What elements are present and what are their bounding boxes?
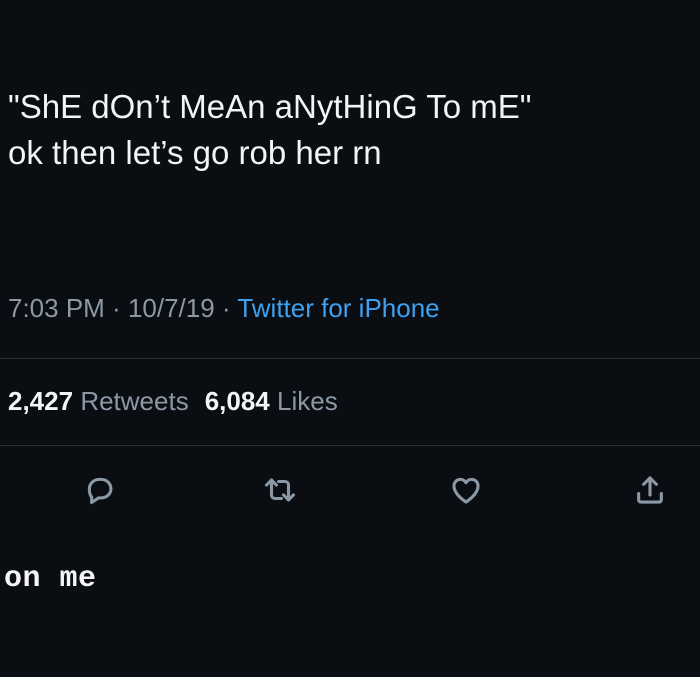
tweet-time: 7:03 PM xyxy=(8,293,105,323)
tweet-source-link[interactable]: Twitter for iPhone xyxy=(237,293,439,323)
likes-count: 6,084 xyxy=(204,386,270,416)
tweet-stats: 2,427 Retweets 6,084 Likes xyxy=(8,383,338,419)
retweets-count: 2,427 xyxy=(8,386,74,416)
divider xyxy=(0,358,700,359)
share-icon xyxy=(637,476,663,504)
meta-separator: · xyxy=(104,293,128,323)
tweet-date[interactable]: 10/7/19 xyxy=(128,293,215,323)
meta-separator: · xyxy=(214,293,238,323)
tweet-text: "ShE dOn’t MeAn aNytHinG To mE" ok then … xyxy=(8,84,700,176)
meme-caption: on me xyxy=(4,562,97,596)
heart-icon xyxy=(452,477,480,504)
divider xyxy=(0,445,700,446)
tweet-meta: 7:03 PM · 10/7/19 · Twitter for iPhone xyxy=(8,290,440,326)
retweets-stat[interactable]: 2,427 Retweets xyxy=(8,386,189,416)
retweet-button[interactable] xyxy=(258,470,302,510)
like-button[interactable] xyxy=(444,470,488,510)
retweets-label: Retweets xyxy=(80,386,189,416)
likes-stat[interactable]: 6,084 Likes xyxy=(205,386,338,416)
reply-button[interactable] xyxy=(78,470,122,510)
tweet-text-line-1: "ShE dOn’t MeAn aNytHinG To mE" xyxy=(8,88,532,125)
likes-label: Likes xyxy=(277,386,338,416)
reply-icon xyxy=(87,477,113,505)
retweet-icon xyxy=(264,478,296,502)
share-button[interactable] xyxy=(628,470,672,510)
tweet-text-line-2: ok then let’s go rob her rn xyxy=(8,134,382,171)
